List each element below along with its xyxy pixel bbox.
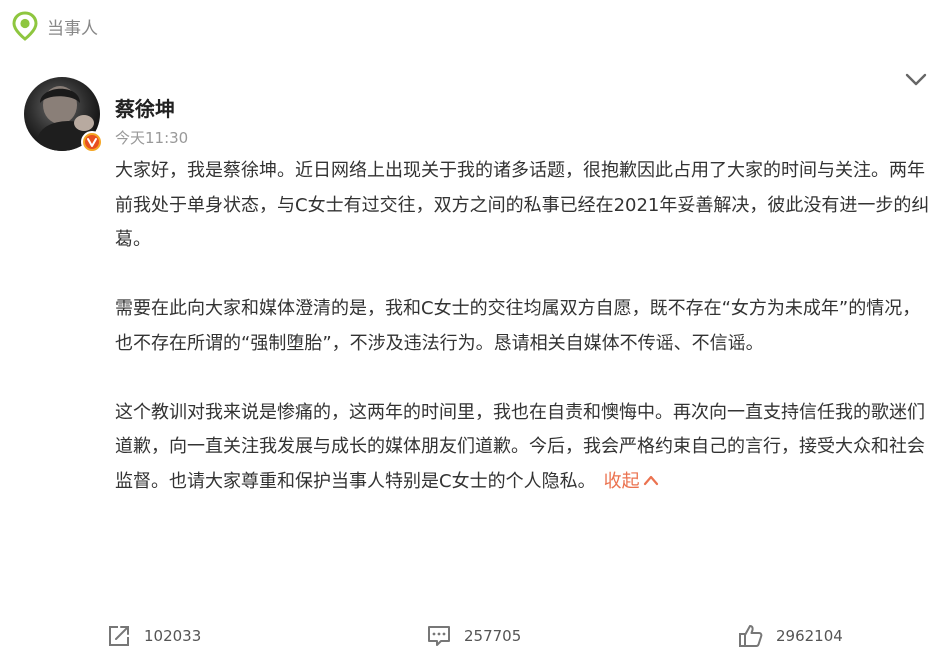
collapse-button[interactable]: 收起 xyxy=(604,471,659,492)
post-paragraph-text: 这个教训对我来说是惨痛的，这两年的时间里，我也在自责和懊悔中。再次向一直支持信任… xyxy=(115,401,925,492)
comment-icon xyxy=(428,626,450,646)
post-paragraph: 这个教训对我来说是惨痛的，这两年的时间里，我也在自责和懊悔中。再次向一直支持信任… xyxy=(115,396,930,500)
topic-label: 当事人 xyxy=(47,18,98,39)
comment-button[interactable]: 257705 xyxy=(426,618,521,654)
chevron-down-icon[interactable] xyxy=(903,70,929,90)
post-body: 大家好，我是蔡徐坤。近日网络上出现关于我的诸多话题，很抱歉因此占用了大家的时间与… xyxy=(115,154,930,499)
verified-badge-icon xyxy=(81,131,103,153)
chevron-up-icon xyxy=(643,475,658,485)
share-count: 102033 xyxy=(144,627,202,645)
author-name[interactable]: 蔡徐坤 xyxy=(115,93,175,122)
topic-header[interactable]: 当事人 xyxy=(12,10,98,42)
share-button[interactable]: 102033 xyxy=(106,618,201,654)
post-paragraph: 大家好，我是蔡徐坤。近日网络上出现关于我的诸多话题，很抱歉因此占用了大家的时间与… xyxy=(115,160,930,250)
thumbs-up-icon xyxy=(739,625,763,647)
post-timestamp[interactable]: 今天11:30 xyxy=(115,127,188,148)
comment-count: 257705 xyxy=(464,627,522,645)
topic-location-icon xyxy=(12,11,38,41)
action-bar: 102033 257705 2962104 xyxy=(0,618,949,654)
avatar[interactable] xyxy=(24,77,103,153)
post-paragraph: 需要在此向大家和媒体澄清的是，我和C女士的交往均属双方自愿，既不存在“女方为未成… xyxy=(115,298,921,354)
collapse-label: 收起 xyxy=(603,470,640,492)
like-button[interactable]: 2962104 xyxy=(738,618,843,654)
share-icon xyxy=(109,626,129,646)
like-count: 2962104 xyxy=(776,627,843,645)
